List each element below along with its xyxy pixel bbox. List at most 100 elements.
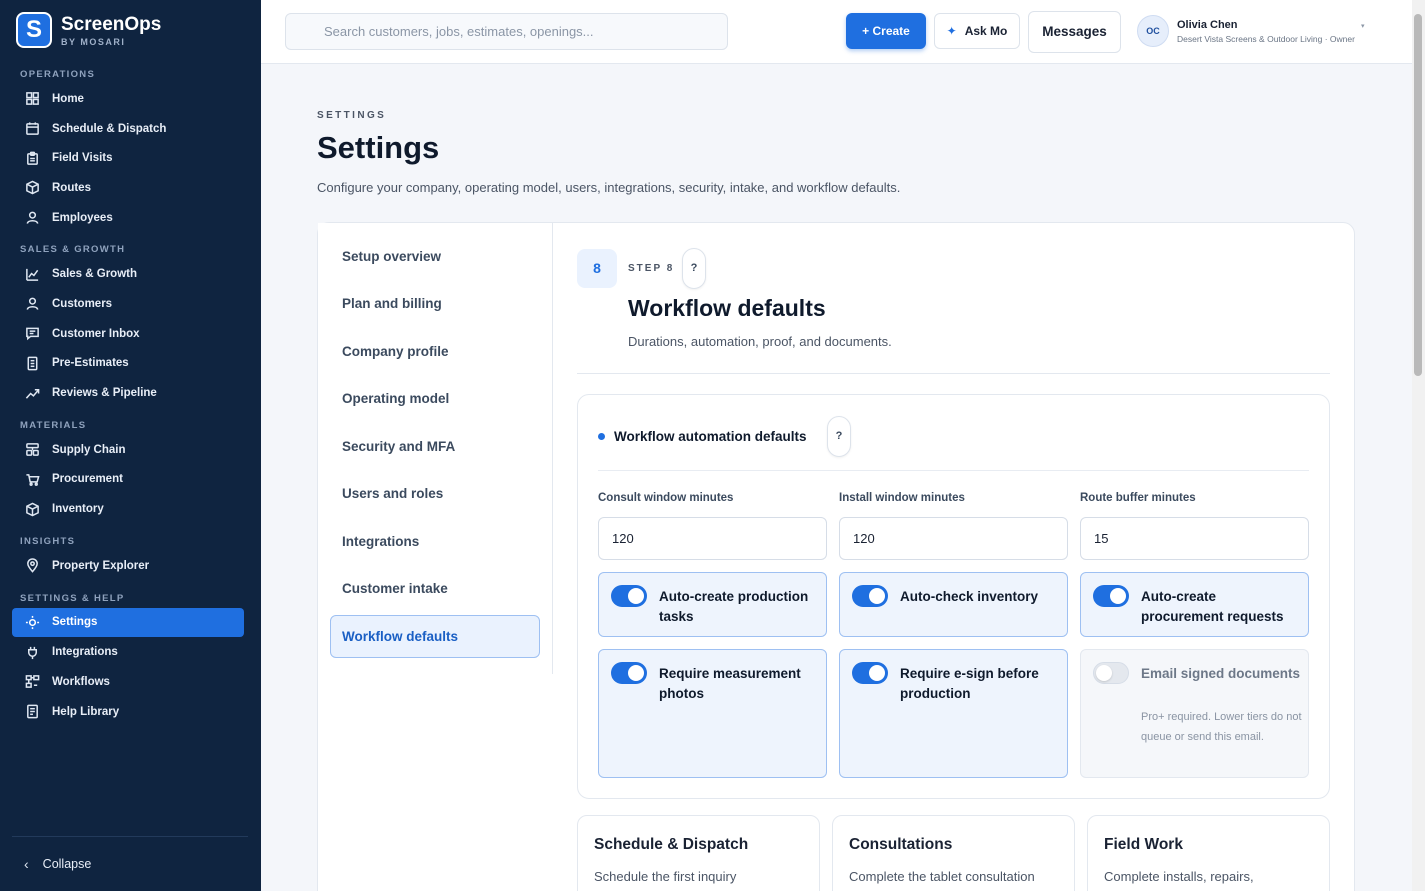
card-title: Field Work — [1104, 836, 1183, 853]
sidebar-item-pre-estimates[interactable]: Pre-Estimates — [12, 349, 244, 379]
book-icon — [24, 704, 40, 720]
sidebar-nav: OPERATIONS Home Schedule & Dispatch Fiel… — [12, 66, 244, 726]
option-require-esign[interactable]: Require e-sign before production — [839, 649, 1068, 778]
chevron-left-icon: ‹ — [24, 856, 29, 872]
topbar: Search customers, jobs, estimates, openi… — [261, 0, 1412, 64]
create-button[interactable]: + Create — [846, 13, 926, 49]
page-description: Configure your company, operating model,… — [317, 180, 901, 195]
user-name: Olivia Chen — [1177, 18, 1238, 31]
route-buffer-input[interactable]: 15 — [1080, 517, 1309, 560]
subnav-security-mfa[interactable]: Security and MFA — [330, 425, 540, 468]
subnav-operating-model[interactable]: Operating model — [330, 377, 540, 420]
sun-icon — [24, 614, 40, 630]
sidebar-item-settings[interactable]: Settings — [12, 607, 244, 638]
option-label: Require e-sign before production — [900, 666, 1039, 701]
automation-title: Workflow automation defaults — [614, 429, 807, 444]
search-placeholder: Search customers, jobs, estimates, openi… — [324, 24, 594, 39]
sidebar-item-reviews-pipeline[interactable]: Reviews & Pipeline — [12, 378, 244, 408]
sidebar-item-label: Schedule & Dispatch — [52, 122, 167, 135]
sidebar-item-sales-growth[interactable]: Sales & Growth — [12, 259, 244, 289]
subnav-setup-overview[interactable]: Setup overview — [330, 235, 540, 278]
sidebar-item-customer-inbox[interactable]: Customer Inbox — [12, 319, 244, 349]
option-label: Auto-create production tasks — [659, 589, 809, 624]
option-auto-check-inventory[interactable]: Auto-check inventory — [839, 572, 1068, 637]
automation-help-button[interactable]: ? — [827, 416, 851, 457]
step-label: STEP 8 — [628, 263, 675, 274]
option-email-signed-documents[interactable]: Email signed documents Pro+ required. Lo… — [1080, 649, 1309, 778]
sidebar-item-supply-chain[interactable]: Supply Chain — [12, 435, 244, 465]
subnav-company-profile[interactable]: Company profile — [330, 330, 540, 373]
subnav-integrations[interactable]: Integrations — [330, 520, 540, 563]
workflow-card-field-work[interactable]: Field Work Complete installs, repairs, — [1087, 815, 1330, 891]
search-input[interactable]: Search customers, jobs, estimates, openi… — [285, 13, 728, 50]
sidebar-item-workflows[interactable]: Workflows — [12, 667, 244, 697]
sidebar-item-routes[interactable]: Routes — [12, 173, 244, 203]
user-icon — [24, 296, 40, 312]
sidebar: S ScreenOps BY MOSARI OPERATIONS Home Sc… — [0, 0, 261, 891]
document-icon — [24, 355, 40, 371]
option-auto-create-procurement-requests[interactable]: Auto-create procurement requests — [1080, 572, 1309, 637]
sidebar-item-property-explorer[interactable]: Property Explorer — [12, 551, 244, 581]
sidebar-item-label: Settings — [52, 616, 98, 629]
subnav-users-roles[interactable]: Users and roles — [330, 472, 540, 515]
trend-icon — [24, 385, 40, 401]
install-window-input[interactable]: 120 — [839, 517, 1068, 560]
sidebar-item-help-library[interactable]: Help Library — [12, 697, 244, 727]
ask-mo-button[interactable]: ✦ Ask Mo — [934, 13, 1020, 49]
brand-logo: S — [16, 12, 52, 48]
user-menu[interactable]: OC Olivia Chen Desert Vista Screens & Ou… — [1137, 15, 1364, 47]
sidebar-item-label: Integrations — [52, 646, 118, 659]
messages-button[interactable]: Messages — [1028, 11, 1121, 53]
step-help-button[interactable]: ? — [682, 248, 706, 289]
brand[interactable]: S ScreenOps BY MOSARI — [16, 12, 161, 48]
card-description: Complete installs, repairs, — [1104, 869, 1254, 884]
sidebar-item-field-visits[interactable]: Field Visits — [12, 143, 244, 173]
sidebar-item-inventory[interactable]: Inventory — [12, 494, 244, 524]
toggle-switch[interactable] — [1093, 585, 1129, 607]
sidebar-item-label: Field Visits — [52, 152, 113, 165]
sidebar-item-customers[interactable]: Customers — [12, 289, 244, 319]
collapse-button[interactable]: ‹ Collapse — [12, 836, 248, 891]
layers-icon — [24, 442, 40, 458]
option-require-measurement-photos[interactable]: Require measurement photos — [598, 649, 827, 778]
card-description: Schedule the first inquiry — [594, 869, 737, 884]
divider — [577, 373, 1330, 374]
sidebar-item-label: Help Library — [52, 705, 120, 718]
subnav-customer-intake[interactable]: Customer intake — [330, 567, 540, 610]
section-title: Workflow defaults — [628, 295, 826, 321]
pin-icon — [24, 558, 40, 574]
sidebar-item-label: Sales & Growth — [52, 268, 137, 281]
subnav-plan-billing[interactable]: Plan and billing — [330, 282, 540, 325]
toggle-switch[interactable] — [611, 585, 647, 607]
scrollbar-thumb[interactable] — [1414, 14, 1422, 376]
workflow-card-consultations[interactable]: Consultations Complete the tablet consul… — [832, 815, 1075, 891]
option-auto-create-production-tasks[interactable]: Auto-create production tasks — [598, 572, 827, 637]
sidebar-item-home[interactable]: Home — [12, 84, 244, 114]
option-label: Auto-create procurement requests — [1141, 589, 1284, 624]
user-org: Desert Vista Screens & Outdoor Living · … — [1177, 33, 1355, 44]
sidebar-item-label: Property Explorer — [52, 559, 150, 572]
toggle-switch[interactable] — [852, 585, 888, 607]
collapse-label: Collapse — [42, 857, 92, 871]
option-note: Pro+ required. Lower tiers do not queue … — [1141, 711, 1302, 743]
toggle-switch[interactable] — [1093, 662, 1129, 684]
toggle-switch[interactable] — [611, 662, 647, 684]
sidebar-item-procurement[interactable]: Procurement — [12, 465, 244, 495]
sidebar-item-label: Routes — [52, 181, 91, 194]
sidebar-item-integrations[interactable]: Integrations — [12, 637, 244, 667]
sidebar-item-schedule-dispatch[interactable]: Schedule & Dispatch — [12, 114, 244, 144]
sidebar-item-label: Inventory — [52, 503, 104, 516]
page-eyebrow: SETTINGS — [317, 110, 387, 121]
toggle-switch[interactable] — [852, 662, 888, 684]
workflow-card-schedule-dispatch[interactable]: Schedule & Dispatch Schedule the first i… — [577, 815, 820, 891]
consult-window-input[interactable]: 120 — [598, 517, 827, 560]
nav-section-title: SALES & GROWTH — [20, 244, 126, 256]
sidebar-item-label: Supply Chain — [52, 443, 126, 456]
option-label: Auto-check inventory — [900, 589, 1039, 604]
status-dot — [598, 433, 605, 440]
user-icon — [24, 210, 40, 226]
subnav-workflow-defaults[interactable]: Workflow defaults — [330, 615, 540, 658]
sidebar-item-employees[interactable]: Employees — [12, 203, 244, 233]
clipboard-icon — [24, 150, 40, 166]
option-label: Require measurement photos — [659, 666, 801, 701]
